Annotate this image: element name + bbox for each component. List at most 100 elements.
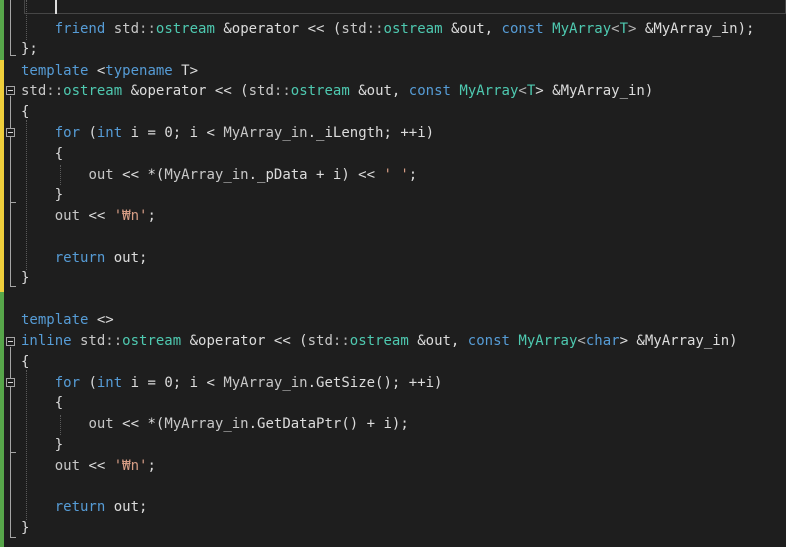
code-text: ; [147,208,156,224]
identifier: MyArray_in [164,167,249,183]
type-name: T [619,21,629,37]
code-text: ( [80,375,97,391]
code-text: &operator << ( [122,83,249,99]
code-line[interactable]: out << '₩n'; [21,206,156,226]
code-text: .GetSize(); ++i) [307,375,443,391]
code-text: < [88,63,106,79]
namespace-name: std [71,333,106,349]
keyword: const [501,21,544,37]
code-text: <> [88,312,114,328]
code-text: ; [408,167,418,183]
keyword: const [408,83,451,99]
code-line[interactable]: template <typename T> [21,61,198,81]
type-name: ostream [349,333,409,349]
identifier: MyArray_in [164,416,249,432]
code-text: &out, [450,21,502,37]
identifier: MyArray_in [223,375,308,391]
code-text: .GetDataPtr() + i); [248,416,409,432]
change-bar-saved [0,292,4,547]
keyword: for [54,125,81,141]
code-line[interactable]: out << '₩n'; [21,456,156,476]
code-line[interactable]: } [21,268,29,288]
code-text: > &MyArray_in) [619,333,738,349]
code-line[interactable]: { [21,352,29,372]
type-name: ostream [290,83,350,99]
code-text: { [21,104,30,120]
fold-guide [10,388,11,452]
keyword: friend [54,21,106,37]
code-line[interactable]: std::ostream &operator << (std::ostream … [21,81,653,101]
keyword: inline [21,333,72,349]
collapse-icon[interactable] [6,86,15,95]
type-name: MyArray [459,83,519,99]
code-line[interactable]: template <> [21,310,114,330]
code-text: i = 0; i < [122,375,224,391]
code-text: &operator << ( [223,21,342,37]
code-text: ._pData + i) << [248,167,384,183]
namespace-name: std [21,83,47,99]
collapse-icon[interactable] [6,337,15,346]
code-text: } [21,520,30,536]
keyword: template [21,63,89,79]
code-line[interactable]: }; [21,39,38,59]
code-line[interactable]: out << *(MyArray_in._pData + i) << ' '; [21,165,417,185]
code-text: < [577,333,586,349]
identifier: MyArray_in [223,125,308,141]
code-line[interactable]: } [21,435,63,455]
code-text: << *( [113,416,165,432]
identifier: out [88,167,114,183]
code-line[interactable]: { [21,393,63,413]
code-line[interactable]: { [21,144,63,164]
namespace-name: std [248,83,274,99]
code-text: } [21,270,30,286]
code-text: &out, [349,83,409,99]
fold-guide-end [10,537,16,538]
string-literal: '₩n' [113,458,148,474]
namespace-name: std [307,333,333,349]
change-bar-unsaved [0,60,4,292]
code-text: << *( [113,167,165,183]
code-line[interactable]: out << *(MyArray_in.GetDataPtr() + i); [21,414,409,434]
code-text: < [611,21,620,37]
code-line[interactable]: } [21,518,29,538]
keyword: return [54,499,106,515]
code-text: { [21,354,30,370]
fold-guide-end [10,55,16,56]
code-text: ._iLength; ++i) [307,125,435,141]
code-line[interactable]: return out; [21,248,148,268]
code-line[interactable]: for (int i = 0; i < MyArray_in._iLength;… [21,123,434,143]
code-editor[interactable]: friend std::ostream &operator << (std::o… [0,0,786,547]
code-text: }; [21,41,38,57]
code-line[interactable]: for (int i = 0; i < MyArray_in.GetSize()… [21,373,443,393]
namespace-name: std [113,21,140,37]
type-name: ostream [63,83,123,99]
code-text: > &MyArray_in) [535,83,654,99]
identifier: out [54,458,81,474]
code-text: { [54,395,64,411]
type-name: MyArray [552,21,612,37]
string-literal: ' ' [383,167,409,183]
code-text: < [518,83,527,99]
code-text: } [54,187,64,203]
code-text: << [80,458,114,474]
identifier: out [88,416,114,432]
code-line[interactable]: friend std::ostream &operator << (std::o… [21,19,755,39]
type-name: ostream [383,21,443,37]
collapse-icon[interactable] [6,128,15,137]
code-line[interactable]: return out; [21,497,148,517]
collapse-icon[interactable] [6,378,15,387]
code-text: &operator << ( [181,333,308,349]
code-line[interactable]: { [21,102,29,122]
current-line-highlight [24,0,786,14]
text-cursor [55,0,57,14]
code-text: ( [80,125,97,141]
code-line[interactable]: } [21,185,63,205]
keyword: int [96,125,123,141]
code-line[interactable]: inline std::ostream &operator << (std::o… [21,331,738,351]
string-literal: '₩n' [113,208,148,224]
code-text: i = 0; i < [122,125,224,141]
code-text: T> [172,63,199,79]
code-text: &MyArray_in); [636,21,755,37]
type-name: ostream [155,21,215,37]
fold-guide-end [10,202,16,203]
